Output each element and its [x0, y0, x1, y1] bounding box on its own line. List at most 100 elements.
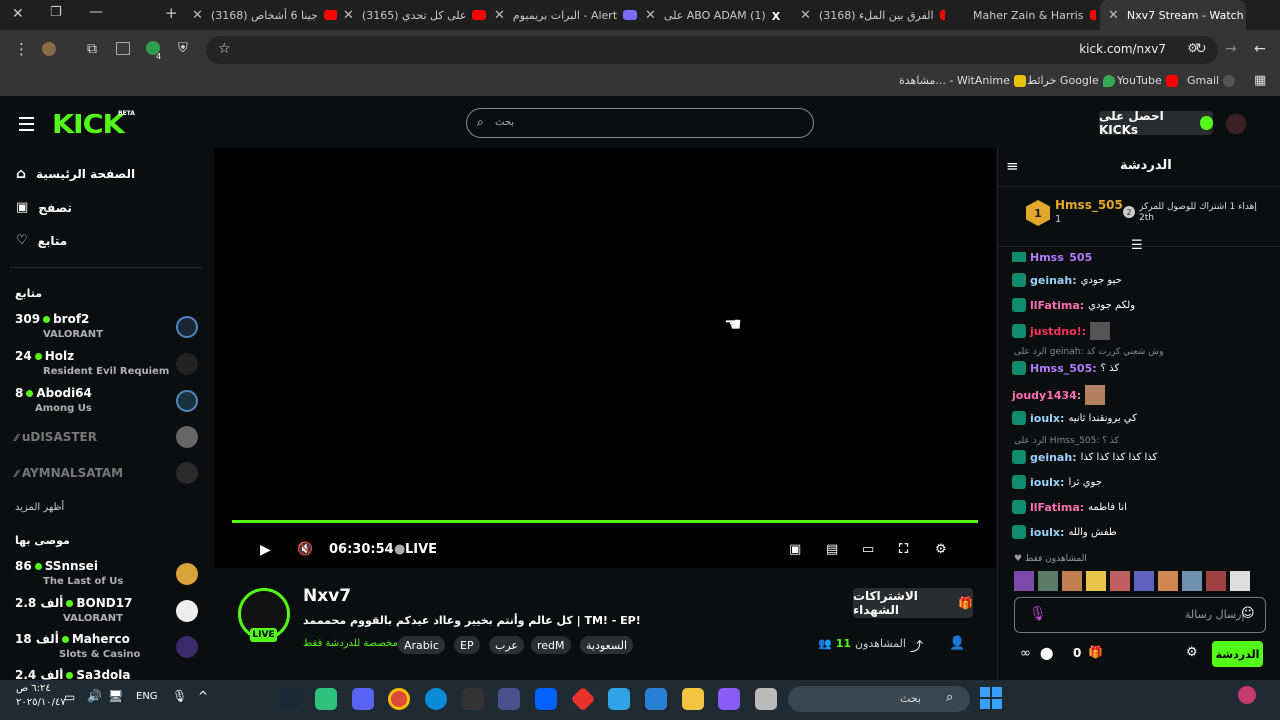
follow-user-icon[interactable]: 👤 [949, 636, 965, 651]
profile-avatar[interactable] [42, 42, 56, 56]
outlook-icon[interactable] [608, 688, 630, 710]
extensions-icon[interactable]: ⧉ [87, 41, 97, 57]
bookmark-maps[interactable]: خرائط Google [1027, 74, 1115, 87]
back-icon[interactable]: ← [1254, 41, 1266, 57]
channel-item-offline[interactable]: ⁄⁄ AYMNALSATAM [15, 466, 123, 480]
extension-icon[interactable] [116, 42, 130, 55]
nav-browse[interactable]: ▣ تصفح [16, 200, 72, 215]
browser-tab[interactable]: ✕ البرات بريميوم - Alert [494, 0, 639, 30]
copilot-icon[interactable] [718, 688, 740, 710]
hamburger-menu-icon[interactable] [19, 117, 34, 131]
subscribe-gift-button[interactable]: الاشتراكات الشهداء 🎁 [853, 588, 973, 618]
network-icon[interactable]: 🖥 [108, 689, 123, 703]
microphone-icon[interactable]: 🎙 [1029, 606, 1047, 622]
channel-item[interactable]: 309 brof2 VALORANT [15, 312, 103, 340]
play-icon[interactable]: ▶ [260, 542, 271, 558]
taskbar-time[interactable]: ٦:٢٤ ص [16, 683, 51, 694]
epic-games-icon[interactable] [462, 688, 484, 710]
restore-window-icon[interactable]: ❐ [50, 5, 62, 20]
video-player[interactable]: ☚ [214, 148, 996, 568]
tag-chip[interactable]: Arabic [398, 636, 445, 654]
browser-tab[interactable]: ✕ على ABO ADAM (1) X [645, 0, 790, 30]
chatter-avatar[interactable] [1038, 571, 1058, 591]
tag-chip[interactable]: redM [531, 636, 571, 654]
file-explorer-icon[interactable] [682, 688, 704, 710]
taskbar-search[interactable]: بحث ⌕ [788, 686, 970, 712]
store-icon[interactable] [645, 688, 667, 710]
tag-chip[interactable]: EP [454, 636, 480, 654]
browser-tab[interactable]: ✕ جينا 6 أشخاص (3168) [192, 0, 337, 30]
url-text[interactable]: kick.com/nxv7 [1079, 42, 1166, 56]
taskbar-date[interactable]: ٢٠٢٥/١٠/٤٧ [16, 697, 66, 708]
steam-icon[interactable] [278, 688, 300, 710]
bookmark-youtube[interactable]: YouTube [1117, 74, 1178, 87]
nav-home[interactable]: ⌂ الصفحة الرئيسية [16, 166, 135, 182]
theater-mode-icon[interactable]: ▭ [862, 542, 874, 557]
browser-tab-active[interactable]: ✕ Nxv7 Stream - Watch [1100, 0, 1246, 30]
menu-dots-icon[interactable]: ⋮ [14, 40, 29, 58]
apps-grid-icon[interactable]: ▦ [1254, 73, 1266, 88]
battery-icon[interactable]: ▭ [64, 690, 75, 704]
shield-icon[interactable]: ⛨ [178, 41, 188, 56]
channel-item-offline[interactable]: ⁄⁄ uDISASTER [15, 430, 97, 444]
channel-item[interactable]: 2.8 ألف BOND17 VALORANT [15, 596, 132, 624]
share-icon[interactable]: ⤴ [910, 636, 923, 655]
channel-item[interactable]: 8 Abodi64 Among Us [15, 386, 92, 414]
chat-settings-icon[interactable]: ⚙ [1186, 645, 1198, 660]
close-tab-icon[interactable]: ✕ [1108, 8, 1119, 23]
chatter-avatar[interactable] [1230, 571, 1250, 591]
tag-chip[interactable]: السعودية [580, 636, 634, 654]
chatter-avatar[interactable] [1062, 571, 1082, 591]
channel-avatar[interactable] [176, 462, 198, 484]
forward-icon[interactable]: → [1225, 41, 1237, 57]
browser-tab[interactable]: ✕ على كل تحدي (3165) [343, 0, 488, 30]
tag-chip[interactable]: عرب [489, 636, 524, 654]
show-hidden-icons-icon[interactable]: ^ [198, 689, 208, 703]
clip-icon[interactable]: ▤ [826, 542, 838, 557]
browser-tab[interactable]: Maher Zain & Harris [951, 0, 1096, 30]
chatter-avatar[interactable] [1182, 571, 1202, 591]
settings-gear-icon[interactable]: ⚙ [935, 542, 947, 557]
app-icon[interactable] [755, 688, 777, 710]
close-tab-icon[interactable]: ✕ [343, 8, 354, 23]
show-more-link[interactable]: أظهر المزيد [15, 502, 64, 513]
close-tab-icon[interactable]: ✕ [494, 8, 505, 23]
chatter-avatar[interactable] [1158, 571, 1178, 591]
edge-icon[interactable] [425, 688, 447, 710]
progress-bar[interactable] [232, 520, 978, 523]
get-kicks-button[interactable]: احصل على KICKs [1099, 109, 1213, 137]
channel-item[interactable]: 18 ألف Maherco Slots & Casino [15, 632, 140, 660]
chatter-avatar[interactable] [1206, 571, 1226, 591]
collapse-chat-icon[interactable]: ≡ [1006, 157, 1019, 175]
reload-icon[interactable]: ↻ [1195, 41, 1207, 57]
notification-icon[interactable] [1238, 686, 1256, 704]
channel-avatar[interactable] [176, 390, 198, 412]
volume-icon[interactable]: 🔊 [87, 689, 102, 703]
new-tab-icon[interactable]: + [165, 4, 178, 22]
app-icon[interactable] [315, 688, 337, 710]
app-icon[interactable] [498, 688, 520, 710]
close-tab-icon[interactable]: ✕ [192, 8, 203, 23]
channel-item[interactable]: 24 Holz Resident Evil Requiem [15, 349, 169, 377]
channel-avatar[interactable] [176, 563, 198, 585]
bookmark-star-icon[interactable]: ☆ [218, 41, 231, 57]
discord-icon[interactable] [352, 688, 374, 710]
omnibox[interactable]: ☆ kick.com/nxv7 ⚙ [206, 36, 1218, 64]
channel-avatar[interactable] [176, 636, 198, 658]
channel-item[interactable]: 2.4 ألف Sa3dola [15, 668, 131, 680]
kicks-balance-icon[interactable]: ⬤ [1040, 646, 1053, 660]
bookmark-gmail[interactable]: Gmail [1187, 74, 1236, 87]
channel-avatar[interactable] [176, 316, 198, 338]
pip-icon[interactable]: ▣ [789, 542, 801, 557]
chatter-avatar[interactable] [1134, 571, 1154, 591]
chatter-avatar[interactable] [1014, 571, 1034, 591]
close-window-icon[interactable]: ✕ [12, 6, 24, 22]
language-indicator[interactable]: ENG [136, 691, 158, 702]
infinity-icon[interactable]: ∞ [1020, 646, 1031, 661]
chrome-icon[interactable] [388, 688, 410, 710]
channel-item[interactable]: 86 SSnnsei The Last of Us [15, 559, 123, 587]
dropbox-icon[interactable] [535, 688, 557, 710]
channel-avatar[interactable] [176, 426, 198, 448]
chat-send-button[interactable]: الدردشة [1212, 641, 1263, 667]
minimize-window-icon[interactable]: — [89, 4, 103, 20]
